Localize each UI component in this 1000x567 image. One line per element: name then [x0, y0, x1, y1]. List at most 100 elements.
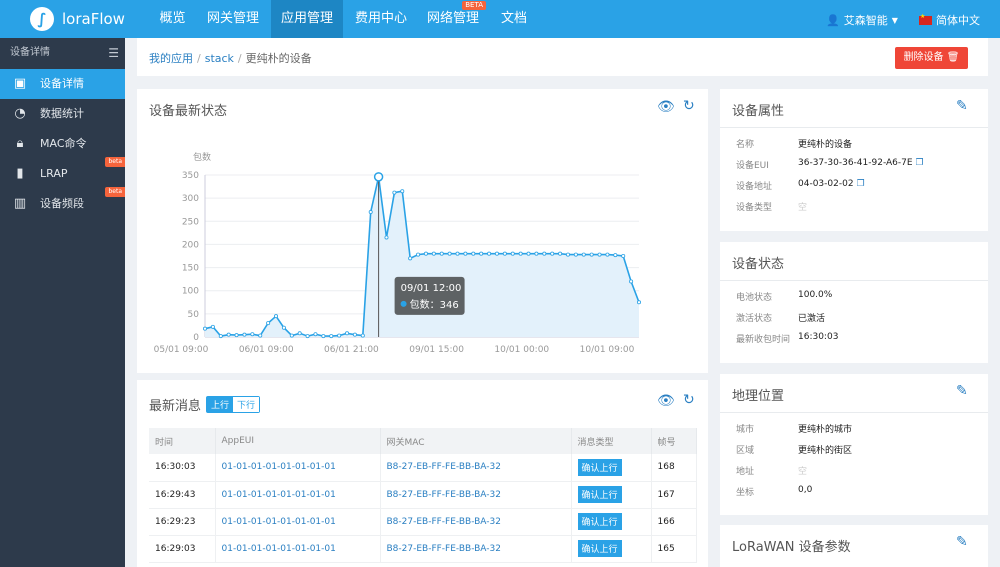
cell-appeui[interactable]: 01-01-01-01-01-01-01-01 [215, 481, 381, 509]
cell-gateway-mac[interactable]: B8-27-EB-FF-FE-BB-BA-32 [380, 454, 572, 482]
sidebar-header-label: 设备详情 [10, 47, 50, 58]
data-point [487, 251, 492, 256]
y-tick-label: 250 [182, 217, 199, 227]
sidebar-item-mac-command[interactable]: 🔒︎ MAC命令 [0, 129, 125, 159]
data-point [423, 251, 428, 256]
y-axis-label: 包数 [193, 151, 211, 163]
data-point [471, 251, 476, 256]
data-point [518, 251, 523, 256]
breadcrumb: 我的应用 / stack / 更纯朴的设备 [149, 52, 312, 65]
data-point [345, 331, 350, 336]
data-point [250, 332, 255, 337]
beta-badge: beta [105, 157, 125, 167]
sidebar-header: 设备详情 ☰ [0, 38, 125, 68]
cell-time: 16:29:23 [149, 508, 216, 536]
cell-appeui[interactable]: 01-01-01-01-01-01-01-01 [215, 535, 381, 563]
cell-gateway-mac[interactable]: B8-27-EB-FF-FE-BB-BA-32 [380, 481, 572, 509]
cell-time: 16:29:03 [149, 535, 216, 563]
status-chart: 包数 0 50 100 150 200 250 300 350 05/01 09:00 06/01 … [154, 151, 641, 355]
sidebar: 设备详情 ☰ ▣ 设备详情 ◔ 数据统计 🔒︎ MAC命令 ▮ LRAP bet… [0, 38, 125, 567]
language-switch[interactable]: 简体中文 [919, 12, 980, 28]
menu-toggle-icon[interactable]: ☰ [108, 38, 119, 68]
tab-downlink[interactable]: 下行 [233, 397, 260, 412]
edit-icon[interactable]: ✎ [956, 98, 968, 114]
location-label: 城市 [736, 425, 755, 435]
pie-chart-icon: ◔ [14, 106, 26, 121]
sidebar-item-label: 数据统计 [40, 107, 84, 120]
beta-badge: BETA [462, 1, 486, 10]
data-point [416, 252, 421, 257]
data-point [210, 324, 215, 329]
messages-card-title: 最新消息 [149, 399, 202, 414]
logo-text: loraFlow [62, 10, 125, 28]
sidebar-item-data-stats[interactable]: ◔ 数据统计 [0, 99, 125, 129]
x-tick-label: 06/01 21:00 [324, 345, 379, 355]
copy-icon[interactable]: ❐ [916, 158, 924, 168]
table-row: 16:30:03 01-01-01-01-01-01-01-01 B8-27-E… [149, 454, 697, 482]
data-point [329, 334, 334, 339]
data-point [266, 321, 271, 326]
data-point [621, 253, 626, 258]
data-point [431, 251, 436, 256]
bars-icon: ▥ [13, 196, 27, 211]
edit-icon[interactable]: ✎ [956, 383, 968, 399]
nav-app[interactable]: 应用管理 [271, 0, 343, 38]
data-point [242, 332, 247, 337]
delete-device-button[interactable]: 删除设备 🗑 [895, 47, 968, 69]
data-point [494, 251, 499, 256]
breadcrumb-app[interactable]: stack [205, 52, 234, 65]
y-tick-label: 300 [182, 194, 199, 204]
nav-docs[interactable]: 文档 [494, 0, 534, 38]
y-tick-label: 0 [193, 333, 199, 343]
table-row: 16:29:03 01-01-01-01-01-01-01-01 B8-27-E… [149, 535, 697, 563]
direction-tabs: 上行 下行 [206, 396, 261, 413]
message-type-tag: 确认上行 [577, 486, 622, 503]
data-point [605, 252, 610, 257]
nav-billing[interactable]: 费用中心 [348, 0, 414, 38]
data-point [384, 235, 389, 240]
cell-type: 确认上行 [571, 454, 652, 482]
sidebar-item-device-detail[interactable]: ▣ 设备详情 [0, 69, 125, 99]
location-value: 更纯朴的城市 [798, 425, 853, 435]
data-point [636, 300, 641, 305]
cell-gateway-mac[interactable]: B8-27-EB-FF-FE-BB-BA-32 [380, 535, 572, 563]
sidebar-item-lrap[interactable]: ▮ LRAP beta [0, 157, 125, 189]
cell-gateway-mac[interactable]: B8-27-EB-FF-FE-BB-BA-32 [380, 508, 572, 536]
copy-icon[interactable]: ❐ [857, 179, 865, 189]
data-point [439, 251, 444, 256]
cell-appeui[interactable]: 01-01-01-01-01-01-01-01 [215, 454, 381, 482]
location-label: 坐标 [736, 488, 755, 498]
cell-type: 确认上行 [571, 508, 652, 536]
location-label: 区域 [736, 446, 755, 456]
refresh-icon[interactable]: ↻ [683, 392, 695, 408]
cell-type: 确认上行 [571, 481, 652, 509]
properties-card: 设备属性 ✎ 名称 更纯朴的设备 设备EUI 36-37-30-36-41-92… [720, 89, 988, 231]
nav-gateway[interactable]: 网关管理 [200, 0, 266, 38]
cell-time: 16:30:03 [149, 454, 216, 482]
location-card-title: 地理位置 [732, 389, 785, 404]
eye-icon[interactable]: 👁︎ [657, 393, 675, 409]
column-header: 帧号 [651, 428, 697, 454]
edit-icon[interactable]: ✎ [956, 534, 968, 550]
cell-frame: 167 [651, 481, 697, 509]
data-point [297, 331, 302, 336]
breadcrumb-my-apps[interactable]: 我的应用 [149, 52, 193, 65]
location-value: 更纯朴的街区 [798, 446, 853, 456]
message-type-tag: 确认上行 [577, 540, 622, 557]
x-tick-label: 10/01 00:00 [494, 345, 549, 355]
language-label: 简体中文 [936, 14, 980, 27]
user-name: 艾森智能 [843, 14, 888, 27]
logo[interactable]: ∫ loraFlow [30, 7, 125, 31]
data-point [313, 332, 318, 337]
user-menu[interactable]: 👤 艾森智能 ▼ [826, 12, 898, 28]
data-point [352, 332, 357, 337]
nav-overview[interactable]: 概览 [150, 0, 195, 38]
tab-uplink[interactable]: 上行 [207, 397, 234, 412]
y-tick-label: 350 [182, 171, 199, 181]
cell-appeui[interactable]: 01-01-01-01-01-01-01-01 [215, 508, 381, 536]
data-point [613, 253, 618, 258]
sidebar-item-frequency[interactable]: ▥ 设备频段 beta [0, 187, 125, 219]
nav-network[interactable]: 网络管理 BETA [420, 0, 486, 38]
status-label: 激活状态 [736, 314, 773, 324]
chevron-down-icon: ▼ [891, 15, 898, 25]
